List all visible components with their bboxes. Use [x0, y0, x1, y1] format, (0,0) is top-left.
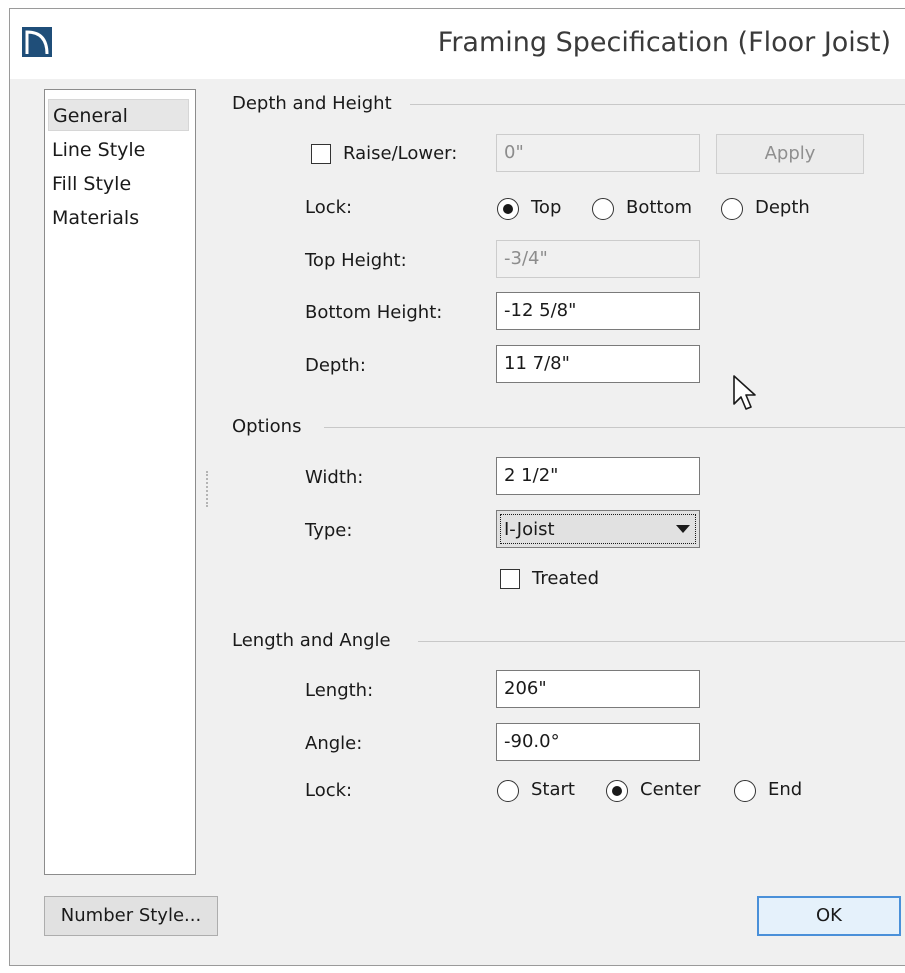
length-input[interactable]: 206": [496, 670, 700, 708]
lock-start-radio[interactable]: [497, 780, 519, 802]
top-height-input[interactable]: -3/4": [496, 240, 700, 278]
lock-bottom-label[interactable]: Bottom: [626, 197, 692, 218]
category-list[interactable]: General Line Style Fill Style Materials: [44, 89, 196, 875]
nav-item-materials[interactable]: Materials: [48, 202, 189, 234]
length-label: Length:: [305, 680, 374, 701]
depth-height-group-divider: [410, 104, 905, 105]
type-dropdown-value: I-Joist: [500, 514, 696, 544]
angle-label: Angle:: [305, 733, 363, 754]
length-lock-label: Lock:: [305, 780, 353, 801]
mouse-pointer-icon: [733, 375, 756, 410]
lock-end-radio[interactable]: [734, 780, 756, 802]
nav-item-fill-style[interactable]: Fill Style: [48, 168, 189, 200]
width-input[interactable]: 2 1/2": [496, 457, 700, 495]
number-style-button[interactable]: Number Style...: [44, 896, 218, 936]
raise-lower-label: Raise/Lower:: [343, 143, 458, 164]
lock-label: Lock:: [305, 197, 353, 218]
lock-depth-radio[interactable]: [721, 198, 743, 220]
depth-label: Depth:: [305, 355, 366, 376]
bottom-height-input[interactable]: -12 5/8": [496, 292, 700, 330]
angle-input[interactable]: -90.0°: [496, 723, 700, 761]
type-dropdown[interactable]: I-Joist: [496, 510, 700, 548]
ok-button[interactable]: OK: [757, 896, 901, 936]
title-bar[interactable]: Framing Specification (Floor Joist): [10, 9, 905, 79]
lock-depth-label[interactable]: Depth: [755, 197, 810, 218]
options-group-divider: [324, 427, 905, 428]
lock-end-label[interactable]: End: [768, 779, 802, 800]
nav-item-line-style[interactable]: Line Style: [48, 134, 189, 166]
width-label: Width:: [305, 467, 364, 488]
app-logo-icon: [22, 27, 52, 57]
raise-lower-checkbox[interactable]: [311, 144, 331, 164]
treated-checkbox[interactable]: [500, 569, 520, 589]
treated-label[interactable]: Treated: [532, 568, 599, 589]
dialog-window: Framing Specification (Floor Joist) Gene…: [9, 8, 905, 966]
lock-top-radio[interactable]: [497, 198, 519, 220]
lock-center-label[interactable]: Center: [640, 779, 701, 800]
depth-input[interactable]: 11 7/8": [496, 345, 700, 383]
lock-center-radio[interactable]: [606, 780, 628, 802]
raise-lower-input[interactable]: 0": [496, 134, 700, 172]
length-angle-group-title: Length and Angle: [232, 630, 403, 651]
apply-button[interactable]: Apply: [716, 134, 864, 174]
type-label: Type:: [305, 520, 353, 541]
length-angle-group-divider: [418, 641, 905, 642]
top-height-label: Top Height:: [305, 250, 407, 271]
lock-top-label[interactable]: Top: [531, 197, 561, 218]
pane-splitter-handle[interactable]: [206, 471, 212, 507]
lock-start-label[interactable]: Start: [531, 779, 575, 800]
options-group-title: Options: [232, 416, 314, 437]
bottom-height-label: Bottom Height:: [305, 302, 443, 323]
nav-item-general[interactable]: General: [48, 99, 189, 131]
caret-down-icon: [676, 525, 690, 533]
window-title: Framing Specification (Floor Joist): [437, 27, 891, 58]
lock-bottom-radio[interactable]: [592, 198, 614, 220]
depth-height-group-title: Depth and Height: [232, 93, 404, 114]
